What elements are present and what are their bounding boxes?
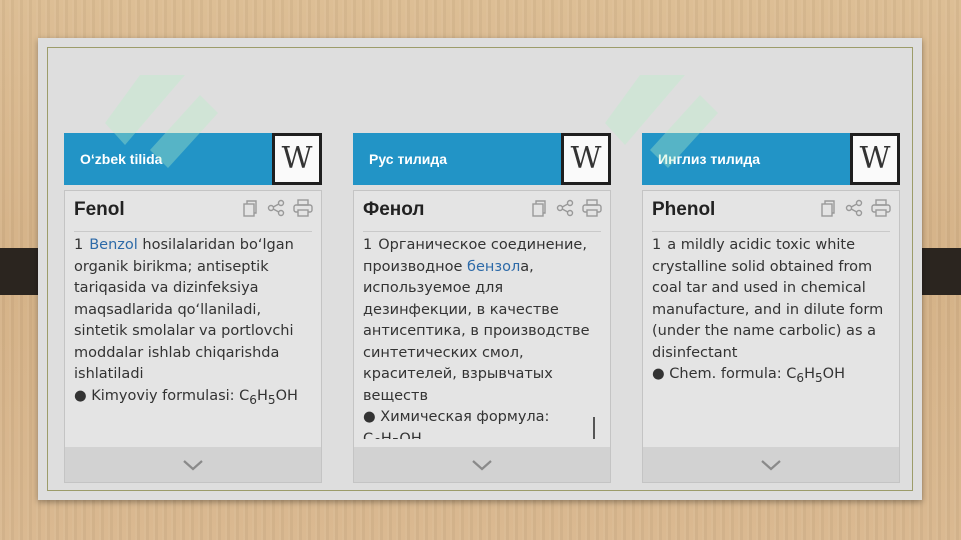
expand-button[interactable] (65, 447, 321, 482)
definition-link[interactable]: Benzol (89, 237, 138, 253)
card-header: Инглиз тилида W (642, 133, 900, 185)
card-tools (530, 199, 602, 217)
share-icon[interactable] (267, 199, 285, 217)
print-icon[interactable] (871, 199, 891, 217)
card-body: Fenol 1 Benzol hosilalaridan bo‘lgan orga… (64, 190, 322, 483)
copy-icon[interactable] (241, 199, 259, 217)
scrollbar[interactable] (593, 417, 595, 439)
definition-text: 1a mildly acidic toxic white crystalline… (652, 235, 887, 439)
title-divider (652, 231, 890, 232)
card-header: Рус тилида W (353, 133, 611, 185)
definition-text: 1 Органическое соединение, производное бе… (363, 235, 598, 439)
definition-link[interactable]: бензол (467, 259, 520, 275)
chemical-formula: C6H5OH (363, 430, 422, 440)
entry-title: Fenol (74, 199, 125, 220)
print-icon[interactable] (293, 199, 313, 217)
card-tools (819, 199, 891, 217)
language-label: Инглиз тилида (658, 151, 760, 167)
definition-number: 1 (74, 237, 84, 253)
chemical-formula: C6H5OH (239, 387, 298, 407)
chevron-down-icon (472, 459, 492, 470)
definition-number: 1 (652, 237, 662, 253)
card-body: Phenol 1a mildly acidic toxic white crys… (642, 190, 900, 483)
entry-title: Фенол (363, 199, 425, 220)
card-header: Oʻzbek tilida W (64, 133, 322, 185)
dictionary-board: Oʻzbek tilida W Fenol 1 Benzol hosilalari… (38, 38, 922, 500)
chevron-down-icon (761, 459, 781, 470)
definition-body: hosilalaridan bo‘lgan organik birikma; a… (74, 237, 294, 382)
chevron-down-icon (183, 459, 203, 470)
formula-label: ● Chem. formula: (652, 366, 787, 382)
language-label: Oʻzbek tilida (80, 151, 163, 167)
expand-button[interactable] (354, 447, 610, 482)
wikipedia-icon: W (275, 136, 319, 182)
card-body: Фенол 1 Органическое соединение, производ… (353, 190, 611, 483)
wikipedia-icon: W (564, 136, 608, 182)
definition-number: 1 (363, 237, 373, 253)
card-english: Инглиз тилида W Phenol 1a mildly acidic … (642, 133, 900, 483)
formula-label: ● Kimyoviy formulasi: (74, 387, 240, 404)
card-russian: Рус тилида W Фенол 1 Органическое соедине… (353, 133, 611, 483)
copy-icon[interactable] (819, 199, 837, 217)
language-label: Рус тилида (369, 151, 448, 167)
title-divider (363, 231, 601, 232)
wikipedia-button[interactable]: W (561, 133, 611, 185)
formula-label: ● Химическая формула: (363, 409, 550, 425)
wikipedia-button[interactable]: W (272, 133, 322, 185)
wikipedia-icon: W (853, 136, 897, 182)
share-icon[interactable] (556, 199, 574, 217)
chemical-formula: C6H5OH (786, 366, 845, 385)
definition-body: a mildly acidic toxic white crystalline … (652, 237, 884, 361)
print-icon[interactable] (582, 199, 602, 217)
card-uzbek: Oʻzbek tilida W Fenol 1 Benzol hosilalari… (64, 133, 322, 483)
card-tools (241, 199, 313, 217)
copy-icon[interactable] (530, 199, 548, 217)
entry-title: Phenol (652, 199, 716, 220)
definition-body: а, используемое для дезинфекции, в качес… (363, 258, 590, 404)
share-icon[interactable] (845, 199, 863, 217)
expand-button[interactable] (643, 447, 899, 482)
wikipedia-button[interactable]: W (850, 133, 900, 185)
definition-text: 1 Benzol hosilalaridan bo‘lgan organik bi… (74, 235, 309, 439)
title-divider (74, 231, 312, 232)
